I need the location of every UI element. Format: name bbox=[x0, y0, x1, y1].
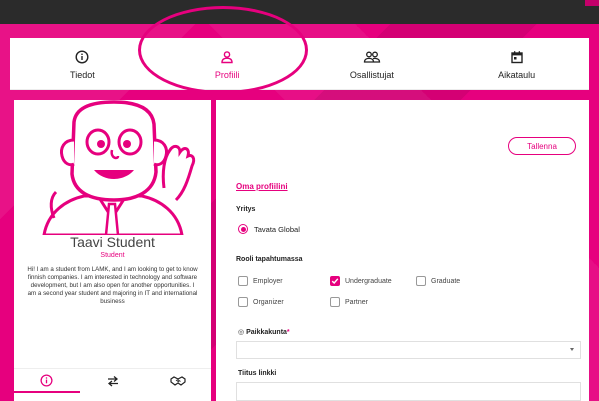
profile-role: Student bbox=[100, 252, 125, 259]
role-organizer-checkbox[interactable]: Organizer bbox=[238, 297, 284, 307]
role-graduate-checkbox[interactable]: Graduate bbox=[416, 276, 460, 286]
checkbox-label: Partner bbox=[345, 298, 368, 306]
info-circle-icon bbox=[40, 374, 53, 387]
save-button[interactable]: Tallenna bbox=[508, 137, 576, 155]
role-employer-checkbox[interactable]: Employer bbox=[238, 276, 283, 286]
company-radio[interactable]: Tavata Global bbox=[238, 224, 300, 234]
profile-card: Taavi Student Student Hi! I am a student… bbox=[14, 100, 211, 401]
card-tab-meetings[interactable] bbox=[145, 369, 211, 392]
calendar-icon bbox=[510, 48, 524, 66]
info-circle-icon bbox=[75, 48, 89, 66]
top-corner-accent bbox=[585, 0, 599, 6]
role-undergraduate-checkbox[interactable]: Undergraduate bbox=[330, 276, 392, 286]
profile-form-panel: Tallenna Oma profiilini Yritys Tavata Gl… bbox=[216, 100, 589, 401]
role-label: Rooli tapahtumassa bbox=[236, 256, 303, 263]
tab-osallistujat[interactable]: Osallistujat bbox=[300, 38, 445, 89]
tab-tiedot[interactable]: Tiedot bbox=[10, 38, 155, 89]
company-value: Tavata Global bbox=[254, 224, 300, 234]
checkbox-label: Organizer bbox=[253, 298, 284, 306]
checkbox-label: Undergraduate bbox=[345, 277, 392, 285]
card-tab-connections[interactable] bbox=[80, 369, 146, 392]
company-label: Yritys bbox=[236, 206, 256, 213]
swap-arrows-icon bbox=[107, 375, 118, 386]
profile-bio: Hi! I am a student from LAMK, and I am l… bbox=[27, 266, 198, 305]
profile-name: Taavi Student bbox=[70, 234, 155, 250]
tab-label: Tiedot bbox=[70, 69, 95, 80]
checkbox[interactable] bbox=[238, 297, 248, 307]
city-select[interactable] bbox=[236, 341, 581, 359]
tab-bar: Tiedot Profiili Osallistujat Aikataulu bbox=[10, 38, 589, 90]
radio-selected[interactable] bbox=[238, 224, 248, 234]
role-partner-checkbox[interactable]: Partner bbox=[330, 297, 368, 307]
link-label: Tiitus linkki bbox=[238, 370, 277, 377]
chevron-down-icon bbox=[570, 348, 574, 351]
checkbox[interactable] bbox=[238, 276, 248, 286]
tab-label: Aikataulu bbox=[498, 69, 536, 80]
card-tab-indicator bbox=[14, 391, 80, 393]
card-tab-info[interactable] bbox=[14, 369, 80, 392]
city-label-text: Paikkakunta bbox=[246, 329, 287, 336]
city-label: ◎ Paikkakunta* bbox=[238, 328, 290, 336]
tab-label: Profiili bbox=[214, 69, 240, 80]
handshake-icon bbox=[170, 375, 186, 386]
top-strip bbox=[0, 0, 599, 24]
user-icon bbox=[220, 48, 234, 66]
card-tab-bar bbox=[14, 368, 211, 392]
tab-profiili[interactable]: Profiili bbox=[155, 38, 300, 89]
checkbox-label: Employer bbox=[253, 277, 283, 285]
tiitus-link-input[interactable] bbox=[236, 382, 581, 401]
location-icon: ◎ bbox=[238, 329, 245, 336]
tab-label: Osallistujat bbox=[349, 69, 394, 80]
checkbox-label: Graduate bbox=[431, 277, 461, 285]
checkbox[interactable] bbox=[330, 276, 340, 286]
section-title: Oma profiilini bbox=[236, 182, 288, 191]
avatar bbox=[14, 100, 211, 237]
checkbox[interactable] bbox=[416, 276, 426, 286]
tab-aikataulu[interactable]: Aikataulu bbox=[444, 38, 589, 89]
check-icon bbox=[331, 278, 339, 285]
required-marker: * bbox=[286, 329, 290, 336]
checkbox[interactable] bbox=[330, 297, 340, 307]
users-icon bbox=[363, 48, 381, 66]
